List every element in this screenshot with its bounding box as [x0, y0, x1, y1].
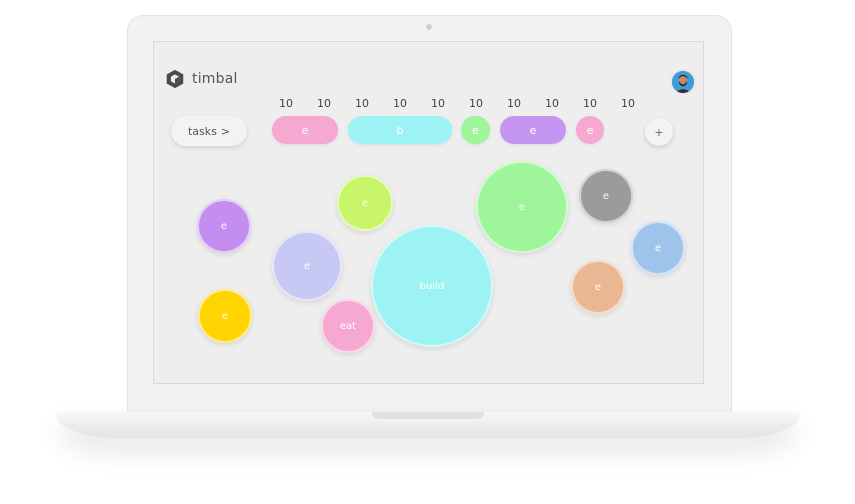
task-pill-label: b — [396, 123, 404, 137]
task-bubble-label: e — [361, 197, 369, 209]
task-pill[interactable]: e — [576, 116, 604, 144]
task-pill[interactable]: e — [500, 116, 566, 144]
task-bubble-label: eat — [339, 320, 357, 332]
tasks-button[interactable]: tasks > — [171, 116, 247, 146]
task-bubble[interactable]: e — [337, 175, 393, 231]
task-bubble-label: e — [518, 201, 526, 213]
task-pill[interactable]: e — [461, 116, 490, 144]
task-pill-label: e — [529, 123, 537, 137]
task-bubble-label: build — [419, 280, 445, 292]
task-bubble-label: e — [220, 220, 228, 232]
task-bubble-label: e — [602, 190, 610, 202]
task-bubble-label: e — [594, 281, 602, 293]
task-bubble[interactable]: e — [476, 161, 568, 253]
camera-icon — [426, 24, 432, 30]
count-label: 10 — [355, 97, 369, 110]
task-bubble[interactable]: e — [198, 289, 252, 343]
plus-icon: + — [654, 125, 664, 139]
tasks-button-label: tasks — [187, 124, 217, 138]
count-label: 10 — [545, 97, 559, 110]
task-bubble[interactable]: e — [571, 260, 625, 314]
task-bubble[interactable]: e — [631, 221, 685, 275]
app-screen: timbal 10 10 10 10 10 10 10 10 10 10 tas… — [153, 41, 704, 384]
chevron-right-icon: > — [220, 124, 231, 138]
user-avatar[interactable] — [670, 69, 696, 95]
laptop-base-notch — [372, 412, 484, 419]
task-bubble[interactable]: e — [579, 169, 633, 223]
task-pill-label: e — [472, 123, 479, 137]
count-label: 10 — [317, 97, 331, 110]
task-bubble[interactable]: e — [272, 231, 342, 301]
cube-logo-icon — [166, 69, 184, 89]
count-label: 10 — [507, 97, 521, 110]
count-label: 10 — [279, 97, 293, 110]
task-bubble-label: e — [221, 310, 229, 322]
app-logo[interactable]: timbal — [164, 68, 238, 90]
task-bubble[interactable]: e — [197, 199, 251, 253]
task-pill[interactable]: e — [272, 116, 338, 144]
person-avatar-icon — [672, 71, 694, 93]
task-bubble[interactable]: eat — [321, 299, 375, 353]
task-pill-label: e — [586, 123, 594, 137]
task-bubble-label: e — [654, 242, 662, 254]
count-label: 10 — [393, 97, 407, 110]
task-bubble[interactable]: build — [371, 225, 493, 347]
task-pill[interactable]: b — [348, 116, 452, 144]
add-task-button[interactable]: + — [645, 118, 673, 146]
task-pill-label: e — [301, 123, 309, 137]
count-label: 10 — [621, 97, 635, 110]
app-name: timbal — [192, 71, 238, 87]
count-label: 10 — [469, 97, 483, 110]
task-bubble-label: e — [303, 260, 311, 272]
count-label: 10 — [583, 97, 597, 110]
count-label: 10 — [431, 97, 445, 110]
